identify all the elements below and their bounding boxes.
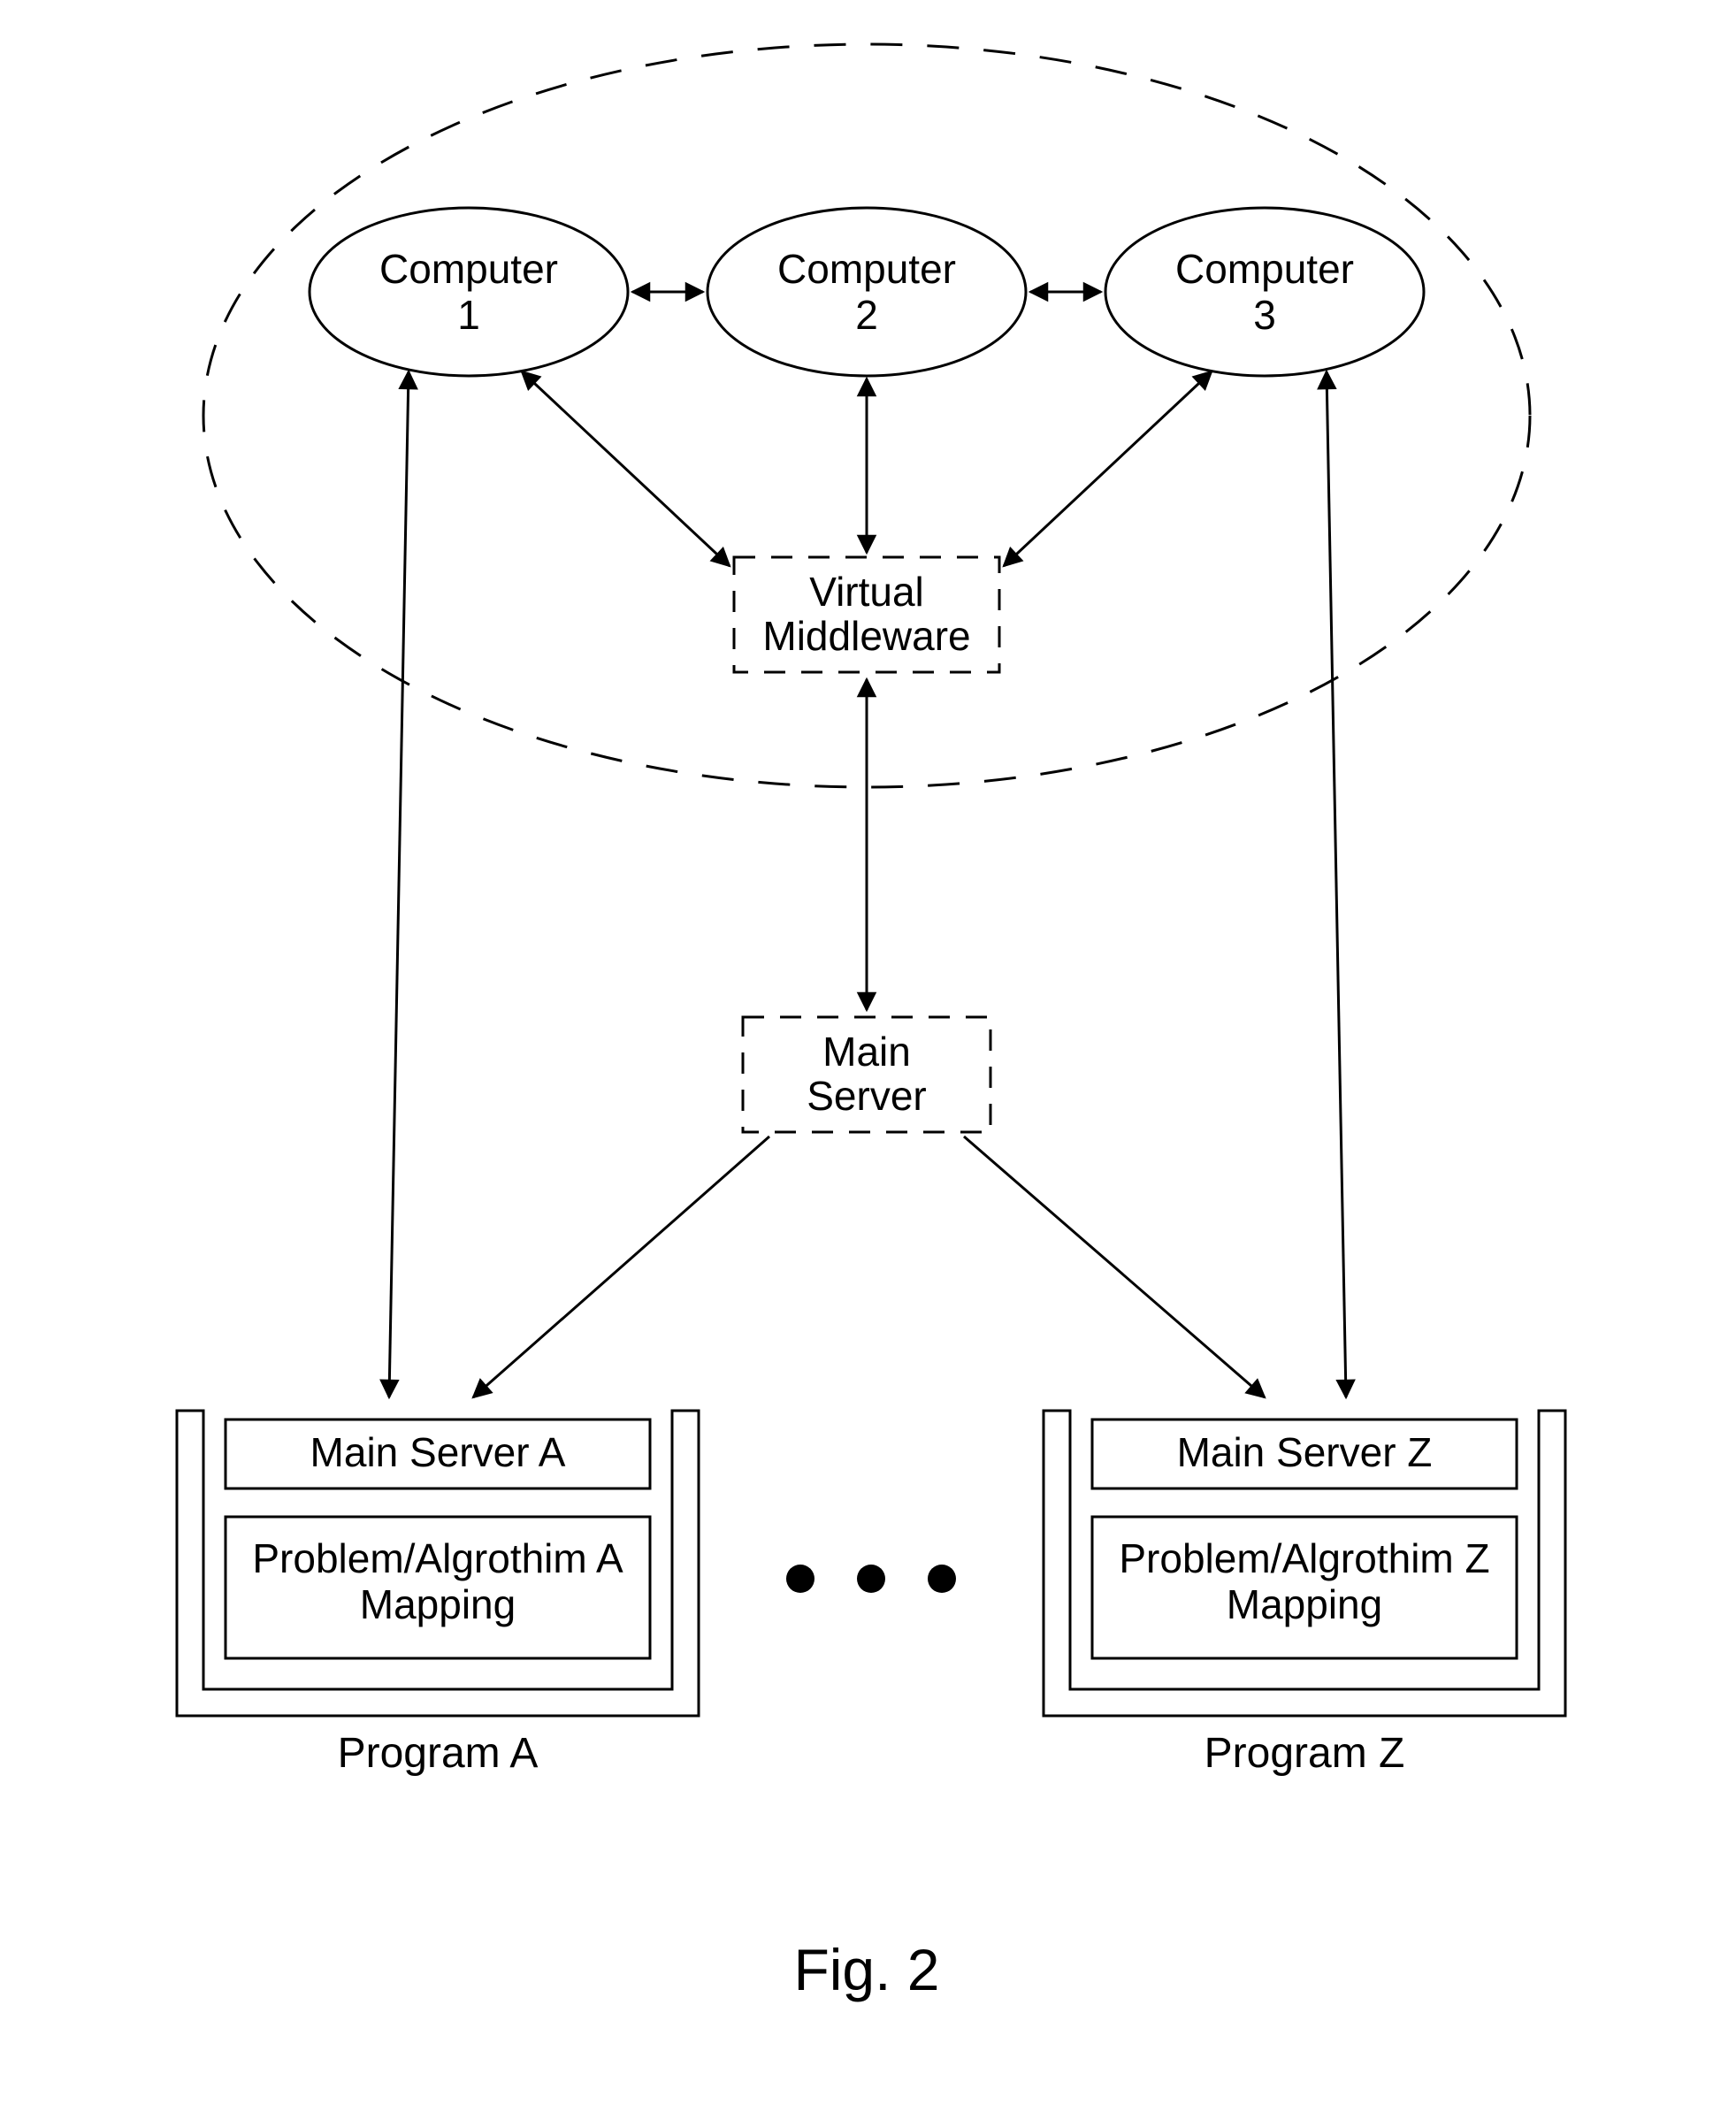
main-server-label-2: Server: [807, 1073, 926, 1119]
program-a-label: Program A: [338, 1730, 539, 1777]
link-c3-progZ: [1327, 371, 1346, 1397]
link-c1-progA: [389, 371, 409, 1397]
virtual-middleware-label-1: Virtual: [809, 569, 924, 615]
computer-1-node: Computer 1: [310, 208, 628, 376]
computer-2-label-2: 2: [855, 292, 878, 338]
main-server-a-label: Main Server A: [310, 1429, 566, 1475]
mapping-a-label-2: Mapping: [360, 1581, 516, 1627]
main-server-z-label: Main Server Z: [1177, 1429, 1433, 1475]
ellipsis-dots: [786, 1565, 956, 1593]
link-c1-middleware: [522, 371, 730, 566]
link-mainserver-progZ: [964, 1136, 1265, 1397]
link-mainserver-progA: [473, 1136, 769, 1397]
computer-1-label-1: Computer: [379, 246, 558, 292]
virtual-middleware-label-2: Middleware: [762, 613, 970, 659]
mapping-a-label-1: Problem/Algrothim A: [252, 1535, 623, 1581]
link-c3-middleware: [1004, 371, 1212, 566]
program-z-container: Main Server Z Problem/Algrothim Z Mappin…: [1044, 1411, 1565, 1777]
mapping-z-label-2: Mapping: [1227, 1581, 1382, 1627]
computer-3-label-2: 3: [1253, 292, 1276, 338]
computer-3-label-1: Computer: [1175, 246, 1354, 292]
computer-2-node: Computer 2: [707, 208, 1026, 376]
program-a-container: Main Server A Problem/Algrothim A Mappin…: [177, 1411, 699, 1777]
computer-2-label-1: Computer: [777, 246, 956, 292]
computer-1-label-2: 1: [457, 292, 480, 338]
virtual-middleware-node: Virtual Middleware: [734, 557, 999, 672]
figure-caption: Fig. 2: [793, 1937, 939, 2002]
mapping-z-label-1: Problem/Algrothim Z: [1119, 1535, 1489, 1581]
program-z-label: Program Z: [1204, 1730, 1405, 1777]
diagram-canvas: Computer 1 Computer 2 Computer 3 Virtual…: [0, 0, 1736, 2112]
main-server-label-1: Main: [822, 1029, 911, 1075]
main-server-node: Main Server: [743, 1017, 990, 1132]
computer-3-node: Computer 3: [1105, 208, 1424, 376]
